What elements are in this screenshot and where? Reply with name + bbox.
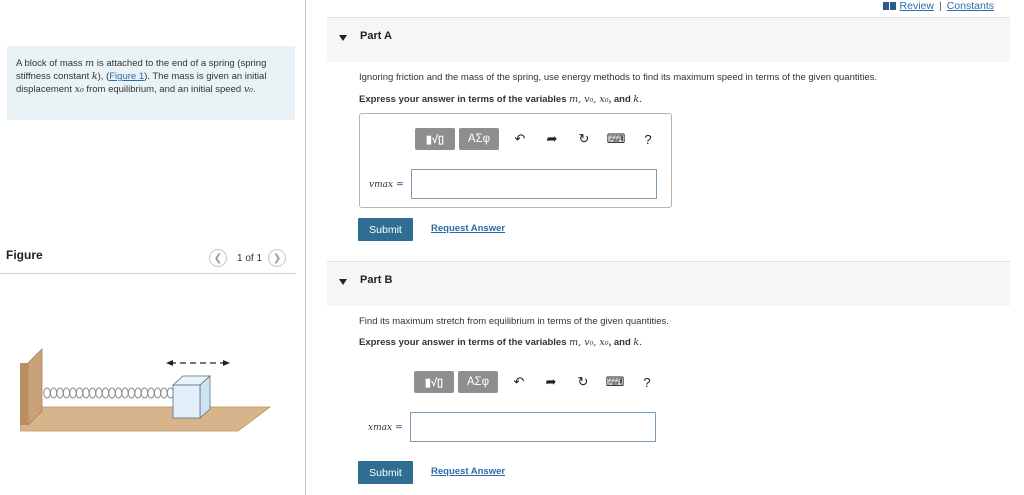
part-a-request-answer-link[interactable]: Request Answer — [431, 223, 505, 234]
var-x0: x₀ — [74, 84, 84, 95]
collapse-triangle-icon[interactable] — [339, 35, 347, 41]
part-a-submit-button[interactable]: Submit — [358, 218, 413, 241]
var-v0: v₀ — [243, 84, 253, 95]
column-divider — [305, 0, 306, 495]
undo-icon[interactable]: ↶ — [508, 371, 530, 393]
part-a-instruction: Express your answer in terms of the vari… — [359, 94, 642, 105]
part-b-submit-button[interactable]: Submit — [358, 461, 413, 484]
constants-link[interactable]: Constants — [947, 0, 994, 12]
part-b-question: Find its maximum stretch from equilibriu… — [359, 316, 669, 327]
math-toolbar: ▮√▯ ΑΣφ ↶ ➦ ↻ ⌨ ? — [415, 127, 665, 151]
part-a-answer-box: ▮√▯ ΑΣφ ↶ ➦ ↻ ⌨ ? vmax = — [359, 113, 672, 208]
collapse-triangle-icon[interactable] — [339, 279, 347, 285]
reset-icon[interactable]: ↻ — [572, 371, 594, 393]
part-a-header[interactable]: Part A — [327, 17, 1010, 62]
instruction-text: Express your answer in terms of the vari… — [359, 94, 567, 105]
part-b-header[interactable]: Part B — [327, 261, 1010, 306]
instruction-last-variable: k. — [633, 94, 643, 105]
book-icon — [882, 2, 896, 10]
figure-header: Figure ❮ 1 of 1 ❯ — [0, 244, 296, 274]
help-button[interactable]: ? — [637, 128, 659, 150]
figure-image — [19, 333, 280, 453]
problem-text: . — [253, 84, 256, 95]
figure-title: Figure — [6, 248, 43, 262]
instruction-variables: m, v₀, x₀ — [569, 94, 609, 105]
instruction-and: , and — [608, 94, 631, 105]
greek-symbols-button[interactable]: ΑΣφ — [458, 371, 498, 393]
review-link[interactable]: Review — [900, 0, 934, 12]
chevron-right-icon[interactable]: ❯ — [268, 249, 287, 267]
xmax-answer-input[interactable] — [410, 412, 656, 442]
instruction-last-variable: k. — [633, 337, 643, 348]
instruction-and: , and — [608, 337, 631, 348]
answer-label: vmax = — [369, 180, 404, 190]
chevron-left-icon[interactable]: ❮ — [209, 249, 227, 267]
figure-link[interactable]: Figure 1 — [109, 71, 144, 82]
reset-icon[interactable]: ↻ — [573, 128, 595, 150]
equals-sign: = — [395, 423, 403, 433]
help-button[interactable]: ? — [636, 371, 658, 393]
answer-variable: vmax — [369, 180, 394, 190]
pager-label: 1 of 1 — [237, 252, 263, 264]
redo-icon[interactable]: ➦ — [540, 371, 562, 393]
math-toolbar: ▮√▯ ΑΣφ ↶ ➦ ↻ ⌨ ? — [414, 370, 664, 394]
vmax-answer-input[interactable] — [411, 169, 657, 199]
greek-symbols-button[interactable]: ΑΣφ — [459, 128, 499, 150]
part-b-answer-box: ▮√▯ ΑΣφ ↶ ➦ ↻ ⌨ ? xmax = — [359, 357, 672, 452]
part-b-title: Part B — [360, 274, 393, 286]
link-separator: | — [938, 0, 942, 12]
instruction-text: Express your answer in terms of the vari… — [359, 337, 567, 348]
part-a-title: Part A — [360, 30, 392, 42]
problem-text: ), ( — [97, 71, 110, 82]
part-b-instruction: Express your answer in terms of the vari… — [359, 337, 642, 348]
equals-sign: = — [396, 180, 404, 190]
templates-button[interactable]: ▮√▯ — [415, 128, 455, 150]
keyboard-icon[interactable]: ⌨ — [604, 371, 626, 393]
undo-icon[interactable]: ↶ — [509, 128, 531, 150]
part-b-request-answer-link[interactable]: Request Answer — [431, 466, 505, 477]
redo-icon[interactable]: ➦ — [541, 128, 563, 150]
top-links: Review | Constants — [882, 0, 994, 12]
answer-label: xmax = — [368, 423, 403, 433]
left-panel: A block of mass m is attached to the end… — [0, 0, 300, 495]
var-m: m — [85, 58, 95, 69]
problem-text: from equilibrium, and an initial speed — [83, 84, 244, 95]
spring-block-illustration — [19, 348, 272, 432]
part-a-question: Ignoring friction and the mass of the sp… — [359, 72, 878, 83]
figure-pager: ❮ 1 of 1 ❯ — [209, 248, 287, 268]
answer-variable: xmax — [368, 423, 393, 433]
instruction-variables: m, v₀, x₀ — [569, 337, 609, 348]
problem-statement: A block of mass m is attached to the end… — [7, 46, 295, 120]
keyboard-icon[interactable]: ⌨ — [605, 128, 627, 150]
problem-text: A block of mass — [16, 58, 86, 69]
templates-button[interactable]: ▮√▯ — [414, 371, 454, 393]
